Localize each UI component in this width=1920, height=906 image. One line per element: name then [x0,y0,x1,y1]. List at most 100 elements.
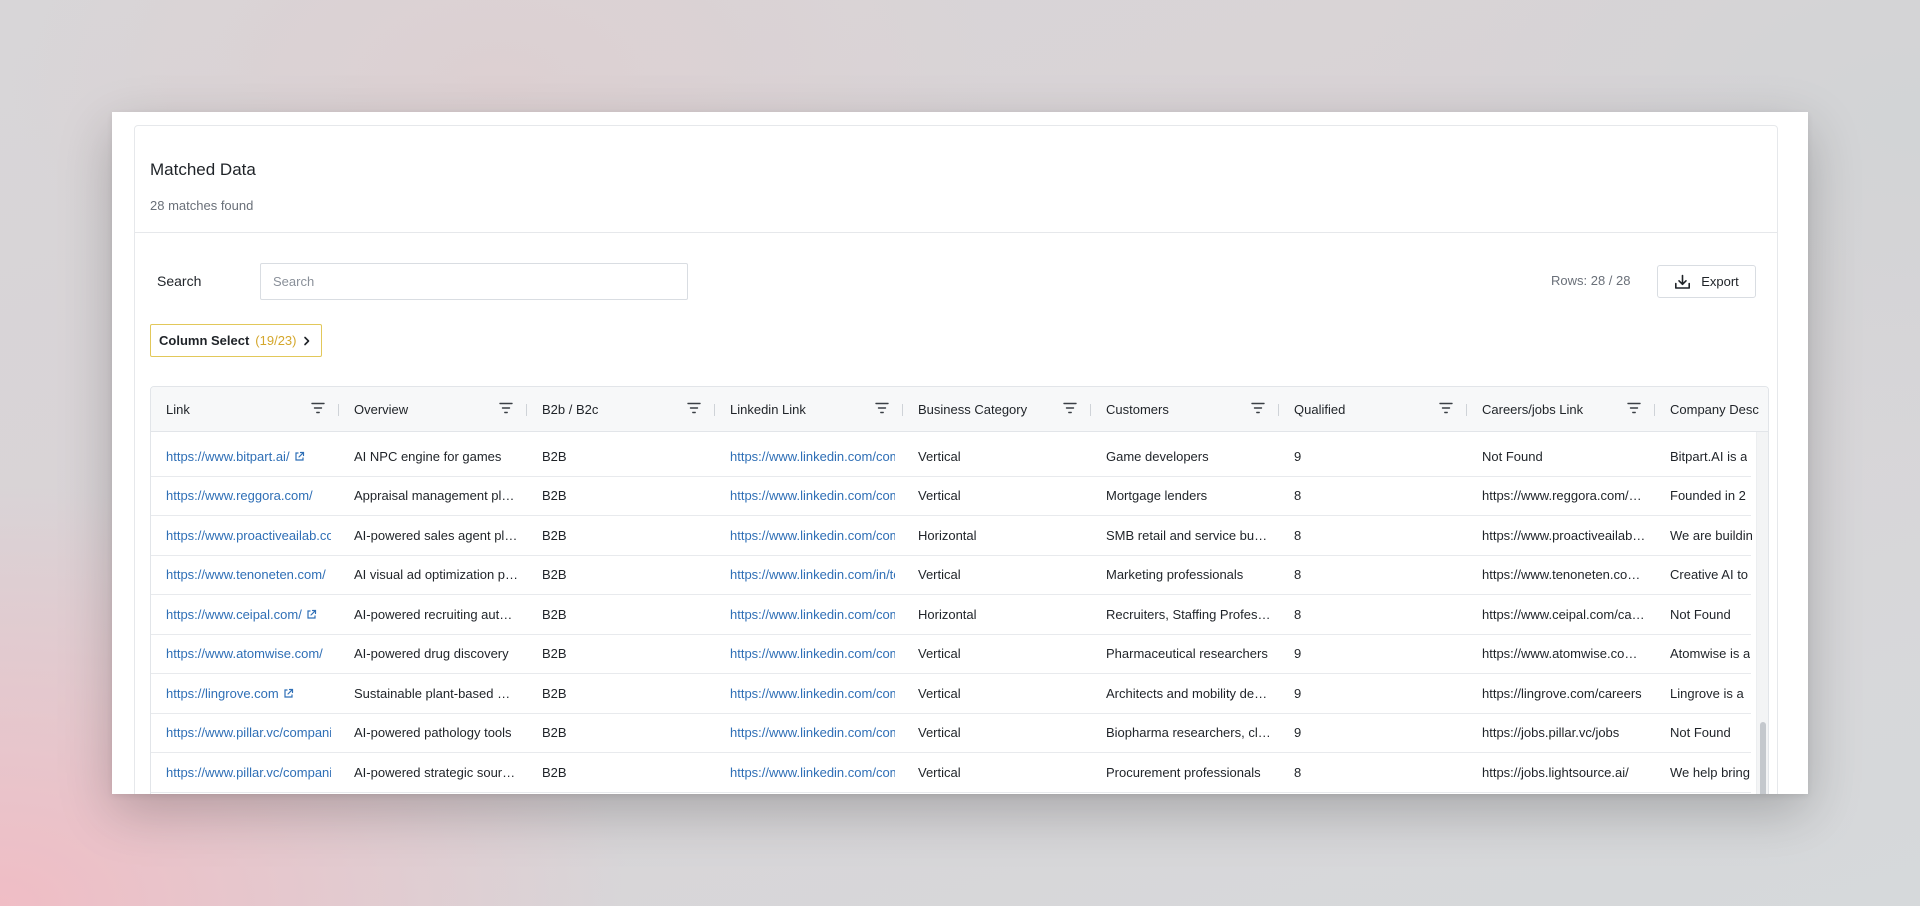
filter-icon[interactable] [875,402,889,414]
column-header-2[interactable]: B2b / B2c [527,387,715,432]
filter-icon[interactable] [1627,402,1641,414]
column-select-button[interactable]: Column Select (19/23) [150,324,322,357]
column-header-3[interactable]: Linkedin Link [715,387,903,432]
cell-link[interactable]: https://www.bitpart.ai/ [166,449,290,464]
external-link-icon[interactable] [294,451,305,462]
table-cell: AI-powered sales agent platform [339,516,527,555]
table-cell[interactable]: https://www.ceipal.com/ [151,595,339,634]
table-cell: Vertical [903,714,1091,753]
cell-text: Not Found [1670,606,1731,622]
table-cell[interactable]: https://www.linkedin.com/company/ceipal [715,595,903,634]
table-cell[interactable]: https://www.atomwise.com/ [151,635,339,674]
table-cell: Recruiters, Staffing Professionals [1091,595,1279,634]
cell-link[interactable]: https://www.linkedin.com/company/atomwis… [730,646,895,661]
table-cell[interactable]: https://www.linkedin.com/in/tenoneten [715,556,903,595]
rows-count: Rows: 28 / 28 [1551,273,1631,288]
filter-icon[interactable] [311,402,325,414]
table-cell[interactable]: https://www.linkedin.com/company/reggora [715,477,903,516]
filter-icon[interactable] [1251,402,1265,414]
cell-text: 8 [1294,606,1302,622]
table-cell: https://www.atomwise.com/careers [1467,635,1655,674]
table-cell[interactable]: https://www.linkedin.com/company/bitpart [715,437,903,476]
filter-icon[interactable] [1063,402,1077,414]
cell-link[interactable]: https://www.tenoneten.com/ [166,567,326,582]
vertical-scrollbar[interactable] [1756,432,1768,794]
cell-link[interactable]: https://lingrove.com [166,686,279,701]
table-cell[interactable]: https://www.pillar.vc/companies [151,753,339,792]
cell-text: AI-powered pathology tools [354,725,512,741]
cell-text: B2B [542,567,567,583]
cell-text: 9 [1294,725,1302,741]
cell-link[interactable]: https://www.linkedin.com/company/bitpart [730,449,895,464]
table-cell[interactable]: https://www.tenoneten.com/ [151,556,339,595]
cell-text: AI-powered sales agent platform [354,527,519,543]
table-cell[interactable]: https://www.proactiveailab.com/ [151,516,339,555]
column-header-label: Company Desc [1670,402,1759,417]
cell-text: We are buildin [1670,527,1753,543]
table-row[interactable]: https://www.tenoneten.com/AI visual ad o… [151,556,1751,595]
filter-icon[interactable] [687,402,701,414]
cell-link[interactable]: https://www.linkedin.com/company/ceipal [730,607,895,622]
cell-link[interactable]: https://www.atomwise.com/ [166,646,323,661]
table-cell[interactable]: https://www.linkedin.com/company/pillar [715,714,903,753]
cell-link[interactable]: https://www.linkedin.com/company/lightso… [730,765,895,780]
table-cell[interactable]: https://www.bitpart.ai/ [151,437,339,476]
external-link-icon[interactable] [283,688,294,699]
cell-link[interactable]: https://www.linkedin.com/company/pillar [730,725,895,740]
table-cell: We help bring [1655,753,1768,792]
cell-link[interactable]: https://www.pillar.vc/companies [166,725,331,740]
column-header-5[interactable]: Customers [1091,387,1279,432]
external-link-icon[interactable] [306,609,317,620]
cell-text: Recruiters, Staffing Professionals [1106,606,1271,622]
cell-text: B2B [542,448,567,464]
cell-link[interactable]: https://www.pillar.vc/companies [166,765,331,780]
table-cell[interactable]: https://www.reggora.com/ [151,477,339,516]
cell-text: B2B [542,725,567,741]
table-cell[interactable]: https://www.linkedin.com/company/lightso… [715,753,903,792]
filter-icon[interactable] [1439,402,1453,414]
table-row[interactable]: https://lingrove.com Sustainable plant-b… [151,674,1751,714]
table-row[interactable]: https://www.proactiveailab.com/AI-powere… [151,516,1753,556]
table-row[interactable]: https://www.ceipal.com/ AI-powered recru… [151,595,1751,635]
column-header-8[interactable]: Company Desc [1655,387,1768,432]
table-row[interactable]: https://www.bitpart.ai/ AI NPC engine fo… [151,437,1751,477]
search-input[interactable] [260,263,688,300]
filter-icon[interactable] [499,402,513,414]
cell-link[interactable]: https://www.linkedin.com/company/lingrov… [730,686,895,701]
cell-link[interactable]: https://www.reggora.com/ [166,488,313,503]
cell-link[interactable]: https://www.proactiveailab.com/ [166,528,331,543]
table-row[interactable]: https://www.reggora.com/Appraisal manage… [151,477,1751,516]
column-header-6[interactable]: Qualified [1279,387,1467,432]
table-cell[interactable]: https://www.linkedin.com/company/atomwis… [715,635,903,674]
export-button[interactable]: Export [1657,265,1756,298]
table-row[interactable]: https://www.pillar.vc/companies AI-powere… [151,714,1751,753]
table-cell[interactable]: https://www.linkedin.com/company/proacti… [715,516,903,555]
cell-text: 9 [1294,685,1302,701]
scrollbar-thumb[interactable] [1760,722,1766,794]
table-cell[interactable]: https://lingrove.com [151,674,339,713]
cell-text: Vertical [918,567,961,583]
cell-link[interactable]: https://www.linkedin.com/company/proacti… [730,528,895,543]
table-cell: Vertical [903,635,1091,674]
cell-link[interactable]: https://www.linkedin.com/in/tenoneten [730,567,895,582]
cell-text: https://www.reggora.com/careers [1482,488,1647,504]
cell-text: Vertical [918,488,961,504]
column-header-0[interactable]: Link [151,387,339,432]
column-header-7[interactable]: Careers/jobs Link [1467,387,1655,432]
cell-link[interactable]: https://www.linkedin.com/company/reggora [730,488,895,503]
table-cell: Not Found [1655,595,1768,634]
cell-text: AI visual ad optimization platform [354,567,519,583]
cell-text: Vertical [918,448,961,464]
column-header-1[interactable]: Overview [339,387,527,432]
column-header-4[interactable]: Business Category [903,387,1091,432]
cell-text: Vertical [918,725,961,741]
cell-link[interactable]: https://www.ceipal.com/ [166,607,302,622]
table-cell: Architects and mobility designers [1091,674,1279,713]
table-cell[interactable]: https://www.linkedin.com/company/lingrov… [715,674,903,713]
table-row[interactable]: https://www.atomwise.com/AI-powered drug… [151,635,1751,674]
table-cell[interactable]: https://www.pillar.vc/companies [151,714,339,753]
table-row[interactable]: https://www.pillar.vc/companies AI-powere… [151,753,1751,793]
table-cell: Not Found [1467,437,1655,476]
cell-text: B2B [542,764,567,780]
cell-text: Lingrove is a [1670,685,1744,701]
